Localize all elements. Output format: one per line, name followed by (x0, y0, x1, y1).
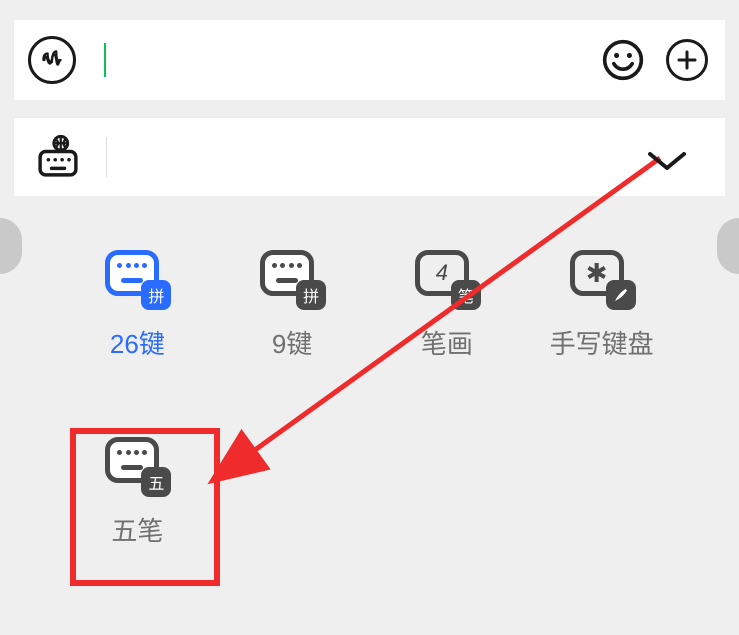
badge-pinyin: 拼 (296, 280, 326, 310)
ime-switch-button[interactable] (36, 135, 80, 179)
option-label: 五笔 (111, 511, 163, 548)
option-bihua[interactable]: 4 笔 笔画 (370, 250, 525, 361)
voice-icon (39, 47, 65, 73)
option-9key[interactable]: 拼 9键 (215, 250, 370, 361)
option-handwriting[interactable]: ✱ 手写键盘 (524, 250, 679, 361)
ime-switch-icon (36, 135, 80, 179)
message-input-bar (14, 20, 725, 100)
text-cursor (104, 43, 106, 77)
handwriting-icon: ✱ (570, 250, 634, 308)
keyboard-options-grid: 拼 26键 拼 9键 4 笔 笔画 ✱ 手写键盘 (0, 250, 739, 548)
message-input[interactable] (92, 32, 583, 88)
option-label: 9键 (272, 324, 312, 361)
option-label: 26键 (110, 324, 165, 361)
plus-icon (666, 39, 708, 81)
collapse-button[interactable] (640, 138, 700, 182)
option-label: 笔画 (421, 324, 473, 361)
option-26key[interactable]: 拼 26键 (60, 250, 215, 361)
keyboard-icon: 拼 (260, 250, 324, 308)
option-label: 手写键盘 (550, 324, 654, 361)
keyboard-icon: 拼 (105, 250, 169, 308)
voice-button[interactable] (28, 36, 76, 84)
more-button[interactable] (663, 36, 711, 84)
badge-wu: 五 (141, 467, 171, 497)
stroke-icon: 4 笔 (415, 250, 479, 308)
badge-hand (606, 280, 636, 310)
ime-candidate-bar (14, 118, 725, 196)
divider (106, 137, 107, 177)
emoji-button[interactable] (599, 36, 647, 84)
option-wubi[interactable]: 五 五笔 (60, 437, 215, 548)
badge-bi: 笔 (451, 280, 481, 310)
keyboard-icon: 五 (105, 437, 169, 495)
badge-pinyin: 拼 (141, 280, 171, 310)
emoji-icon (601, 38, 645, 82)
